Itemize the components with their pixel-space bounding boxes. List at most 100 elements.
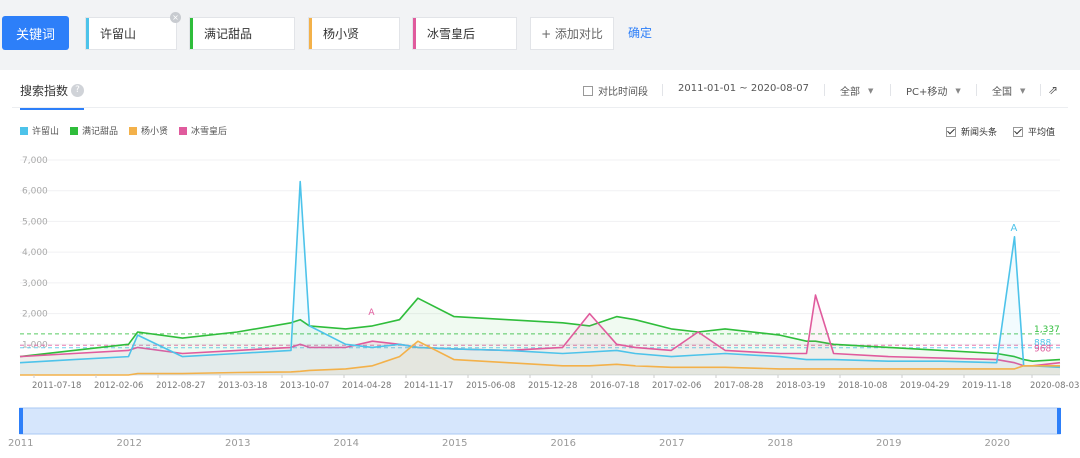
x-tick-label: 2019-11-18 xyxy=(962,381,1011,391)
navigator-year-label: 2015 xyxy=(442,438,467,449)
x-tick-label: 2012-02-06 xyxy=(94,381,143,391)
navigator-year-label: 2017 xyxy=(659,438,684,449)
y-tick-label: 7,000 xyxy=(22,156,48,166)
date-range-picker[interactable]: 2011-01-01 ~ 2020-08-07 xyxy=(678,83,809,94)
tab-search-index[interactable]: 搜索指数 ? xyxy=(20,82,85,110)
y-tick-label: 6,000 xyxy=(22,187,48,197)
compare-period-toggle[interactable]: 对比时间段 xyxy=(583,83,648,98)
legend-item[interactable]: 冰雪皇后 xyxy=(179,124,227,137)
navigator-year-label: 2012 xyxy=(117,438,142,449)
navigator-range xyxy=(19,407,1061,435)
region-select[interactable]: 全国 ▼ xyxy=(992,83,1026,99)
y-axis: 7,0006,0005,0004,0003,0002,0001,000 xyxy=(22,156,48,350)
x-tick-label: 2019-04-29 xyxy=(900,381,949,391)
navigator-year-label: 2013 xyxy=(225,438,250,449)
chart-legend: 许留山 满记甜品 杨小贤 冰雪皇后 xyxy=(20,124,238,137)
average-value-label: 1,337 xyxy=(1034,325,1060,335)
news-marker-a: A xyxy=(368,308,375,318)
legend-swatch xyxy=(179,126,188,135)
term-color-bar xyxy=(86,18,89,49)
legend-swatch xyxy=(129,126,138,135)
navigator-handle-left xyxy=(19,408,23,434)
news-toggle[interactable]: 新闻头条 xyxy=(946,125,997,138)
term-label: 杨小贤 xyxy=(323,27,360,41)
legend-item[interactable]: 许留山 xyxy=(20,124,59,137)
range-navigator[interactable]: 2011 2012 2013 2014 2015 2016 2017 2018 2019 2020 xyxy=(8,407,1061,449)
legend-label: 许留山 xyxy=(32,127,60,137)
x-tick-label: 2014-11-17 xyxy=(404,381,453,391)
y-tick-label: 2,000 xyxy=(22,310,48,320)
news-label: 新闻头条 xyxy=(961,128,998,138)
term-label: 许留山 xyxy=(100,27,137,41)
x-tick-label: 2012-08-27 xyxy=(156,381,205,391)
avg-label: 平均值 xyxy=(1028,128,1056,138)
help-icon[interactable]: ? xyxy=(71,84,85,97)
device-select[interactable]: PC+移动 ▼ xyxy=(906,83,961,99)
x-tick-label: 2015-12-28 xyxy=(528,381,577,391)
legend-swatch xyxy=(20,126,28,135)
legend-label: 杨小贤 xyxy=(141,127,169,137)
navigator-year-label: 2016 xyxy=(551,438,576,449)
series-lines xyxy=(19,180,1061,376)
navigator-year-label: 2011 xyxy=(8,438,33,449)
legend-label: 满记甜品 xyxy=(82,127,119,137)
chart-panel: 搜索指数 ? 对比时间段 2011-01-01 ~ 2020-08-07 全部 … xyxy=(0,70,1080,458)
x-tick-label: 2016-07-18 xyxy=(590,381,639,391)
x-tick-label: 2017-02-06 xyxy=(652,381,701,391)
keyword-bar: 关键词 许留山 × 满记甜品 杨小贤 冰雪皇后 + 添加对比 确定 xyxy=(0,0,1080,68)
caret-down-icon: ▼ xyxy=(1020,86,1026,95)
confirm-link[interactable]: 确定 xyxy=(628,24,652,41)
x-tick-label: 2017-08-28 xyxy=(714,381,763,391)
device-text: PC+移动 xyxy=(906,87,948,98)
term-color-bar xyxy=(190,18,193,49)
news-markers: AA xyxy=(368,223,1017,318)
term-color-bar xyxy=(413,18,416,49)
term-input-1[interactable]: 许留山 × xyxy=(85,12,181,50)
trend-chart[interactable]: 7,0006,0005,0004,0003,0002,0001,000 1,33… xyxy=(0,140,1080,458)
keyword-button[interactable]: 关键词 xyxy=(2,16,69,50)
x-tick-label: 2018-03-19 xyxy=(776,381,825,391)
y-tick-label: 3,000 xyxy=(22,279,48,289)
average-value-label: 968 xyxy=(1034,344,1051,354)
navigator-year-label: 2018 xyxy=(768,438,793,449)
x-tick-label: 2020-08-03 xyxy=(1030,381,1079,391)
navigator-year-label: 2019 xyxy=(876,438,901,449)
y-tick-label: 4,000 xyxy=(22,248,48,258)
close-icon[interactable]: × xyxy=(170,12,181,23)
x-tick-label: 2014-04-28 xyxy=(342,381,391,391)
x-tick-label: 2013-03-18 xyxy=(218,381,267,391)
x-tick-label: 2011-07-18 xyxy=(32,381,81,391)
navigator-handle-right xyxy=(1057,408,1061,434)
checkbox-icon xyxy=(583,85,593,96)
term-color-bar xyxy=(309,18,312,49)
add-compare-button[interactable]: + 添加对比 xyxy=(530,17,614,50)
news-marker-a: A xyxy=(1011,223,1018,234)
caret-down-icon: ▼ xyxy=(955,86,961,95)
compare-label: 对比时间段 xyxy=(598,87,648,98)
separator xyxy=(824,84,825,96)
x-axis: 2011-07-18 2012-02-06 2012-08-27 2013-03-18… xyxy=(32,375,1079,391)
x-tick-label: 2013-10-07 xyxy=(280,381,329,391)
scope-select[interactable]: 全部 ▼ xyxy=(840,83,874,99)
checkbox-checked-icon xyxy=(946,126,956,137)
export-icon[interactable]: ⇗ xyxy=(1048,83,1058,97)
y-tick-label: 5,000 xyxy=(22,217,48,227)
term-input-3[interactable]: 杨小贤 xyxy=(308,17,400,50)
separator xyxy=(662,84,663,96)
tab-divider xyxy=(12,107,1068,108)
separator xyxy=(976,84,977,96)
checkbox-checked-icon xyxy=(1013,126,1023,137)
legend-swatch xyxy=(70,126,79,135)
caret-down-icon: ▼ xyxy=(868,86,874,95)
term-input-2[interactable]: 满记甜品 xyxy=(189,17,295,50)
scope-text: 全部 xyxy=(840,87,860,98)
x-tick-label: 2018-10-08 xyxy=(838,381,887,391)
term-input-4[interactable]: 冰雪皇后 xyxy=(412,17,517,50)
date-range-text: 2011-01-01 ~ 2020-08-07 xyxy=(678,83,809,94)
term-label: 满记甜品 xyxy=(204,27,253,41)
legend-item[interactable]: 满记甜品 xyxy=(70,124,118,137)
average-toggle[interactable]: 平均值 xyxy=(1013,125,1055,138)
legend-item[interactable]: 杨小贤 xyxy=(129,124,168,137)
navigator-year-label: 2020 xyxy=(985,438,1010,449)
tab-label: 搜索指数 xyxy=(20,84,69,98)
